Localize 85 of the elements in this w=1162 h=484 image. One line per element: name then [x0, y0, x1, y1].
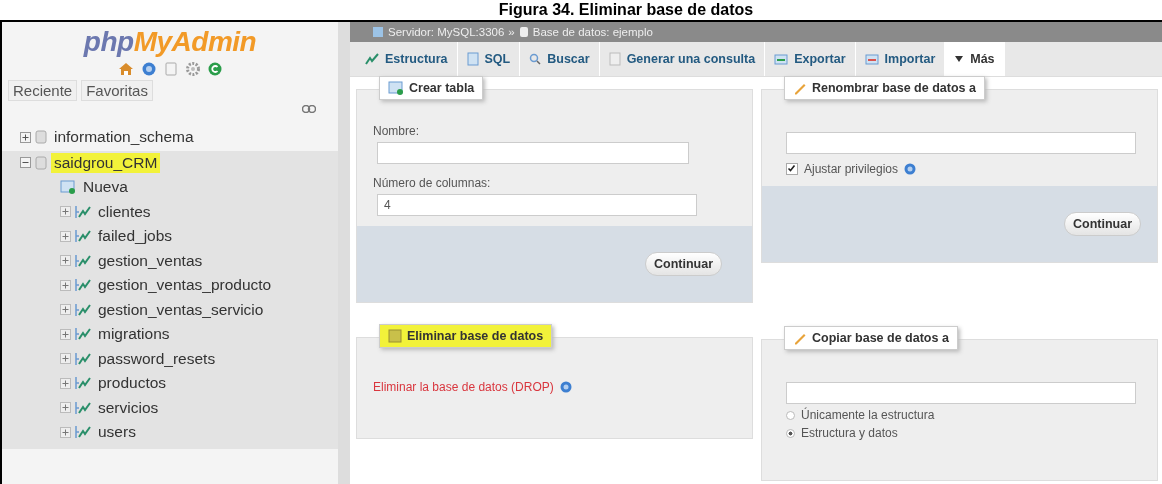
continue-button[interactable]: Continuar [644, 252, 722, 276]
table-structure-icon [75, 278, 91, 293]
table-structure-icon [75, 229, 91, 244]
name-input-field[interactable] [377, 142, 689, 164]
tab[interactable]: Más [945, 42, 1005, 76]
table-item[interactable]: gestion_ventas [95, 250, 206, 271]
continue-button[interactable]: Continuar [1063, 212, 1141, 236]
columns-input-field[interactable]: 4 [377, 194, 697, 216]
table-item[interactable]: password_resets [95, 348, 219, 369]
expander-icon[interactable] [60, 328, 71, 340]
field-label: Nombre: [373, 124, 420, 138]
table-structure-icon [75, 327, 91, 342]
expander-icon[interactable] [20, 131, 31, 143]
new-table-item[interactable]: Nueva [80, 177, 131, 198]
tab[interactable]: Buscar [520, 42, 600, 76]
table-structure-icon [75, 376, 91, 391]
expander-icon[interactable] [60, 402, 71, 414]
table-item[interactable]: gestion_ventas_servicio [95, 299, 267, 320]
table-structure-icon [75, 351, 91, 366]
sidebar-tab[interactable]: Reciente [8, 80, 78, 101]
export-icon [774, 53, 789, 65]
pencil-icon [793, 81, 807, 95]
link-icon[interactable] [302, 105, 316, 113]
expander-icon[interactable] [60, 230, 71, 242]
table-item[interactable]: productos [95, 373, 170, 394]
table-structure-icon [75, 253, 91, 268]
logo: phpMyAdmin [82, 26, 258, 58]
breadcrumb-separator: » [508, 26, 515, 38]
table-item[interactable]: clientes [95, 201, 154, 222]
structure-icon [365, 53, 379, 65]
expander-icon[interactable] [60, 426, 71, 438]
table-structure-icon [75, 425, 91, 440]
expander-icon[interactable] [60, 353, 71, 365]
table-item[interactable]: gestion_ventas_producto [95, 275, 275, 296]
radio-label: Estructura y datos [801, 426, 898, 440]
database-item[interactable]: information_schema [51, 127, 197, 148]
expander-icon[interactable] [60, 255, 71, 267]
help-icon[interactable] [142, 62, 156, 76]
expander-icon[interactable] [60, 377, 71, 389]
table-item[interactable]: users [95, 422, 139, 443]
new-table-icon [388, 81, 404, 95]
expander-icon[interactable] [20, 157, 31, 169]
expander-icon[interactable] [60, 206, 71, 218]
new-name-input-field[interactable] [786, 132, 1136, 154]
document-icon [466, 52, 479, 66]
radio-label: Únicamente la estructura [801, 408, 935, 422]
database-icon [35, 155, 47, 170]
new-table-icon [60, 180, 76, 195]
reload-icon[interactable] [208, 62, 222, 76]
checkbox[interactable] [786, 163, 798, 175]
field-label: Número de columnas: [373, 176, 492, 190]
radio-button[interactable] [786, 410, 795, 420]
home-icon[interactable] [118, 62, 134, 76]
server-icon [372, 26, 384, 38]
help-icon[interactable] [904, 163, 917, 175]
tab[interactable]: Generar una consulta [599, 42, 766, 76]
radio-button[interactable] [786, 428, 795, 438]
database-icon [388, 329, 402, 343]
legend-text: Renombrar base de datos a [812, 81, 976, 95]
sidebar-tab[interactable]: Favoritas [81, 80, 153, 101]
figure-caption: Figura 34. Eliminar base de datos [497, 0, 755, 20]
legend-text: Eliminar base de datos [407, 329, 544, 343]
drop-database-link[interactable]: Eliminar la base de datos (DROP) [373, 380, 554, 394]
database-item[interactable]: saidgrou_CRM [51, 152, 161, 173]
expander-icon[interactable] [60, 304, 71, 316]
table-structure-icon [75, 302, 91, 317]
table-structure-icon [75, 204, 91, 219]
copy-name-input-field[interactable] [786, 382, 1136, 404]
pencil-icon [793, 331, 807, 345]
table-item[interactable]: migrations [95, 324, 173, 345]
caret-icon [954, 55, 965, 63]
import-icon [864, 53, 879, 65]
table-item[interactable]: failed_jobs [95, 226, 176, 247]
settings-icon[interactable] [186, 62, 200, 76]
database-icon [35, 130, 47, 145]
legend-text: Copiar base de datos a [812, 331, 949, 345]
document-icon [608, 52, 621, 66]
legend-text: Crear tabla [409, 81, 475, 95]
expander-icon[interactable] [60, 279, 71, 291]
database-icon [518, 26, 529, 38]
table-item[interactable]: servicios [95, 397, 162, 418]
search-icon [529, 53, 542, 65]
checkbox-label: Ajustar privilegios [804, 162, 899, 176]
table-structure-icon [75, 400, 91, 415]
help-icon[interactable] [559, 381, 572, 393]
